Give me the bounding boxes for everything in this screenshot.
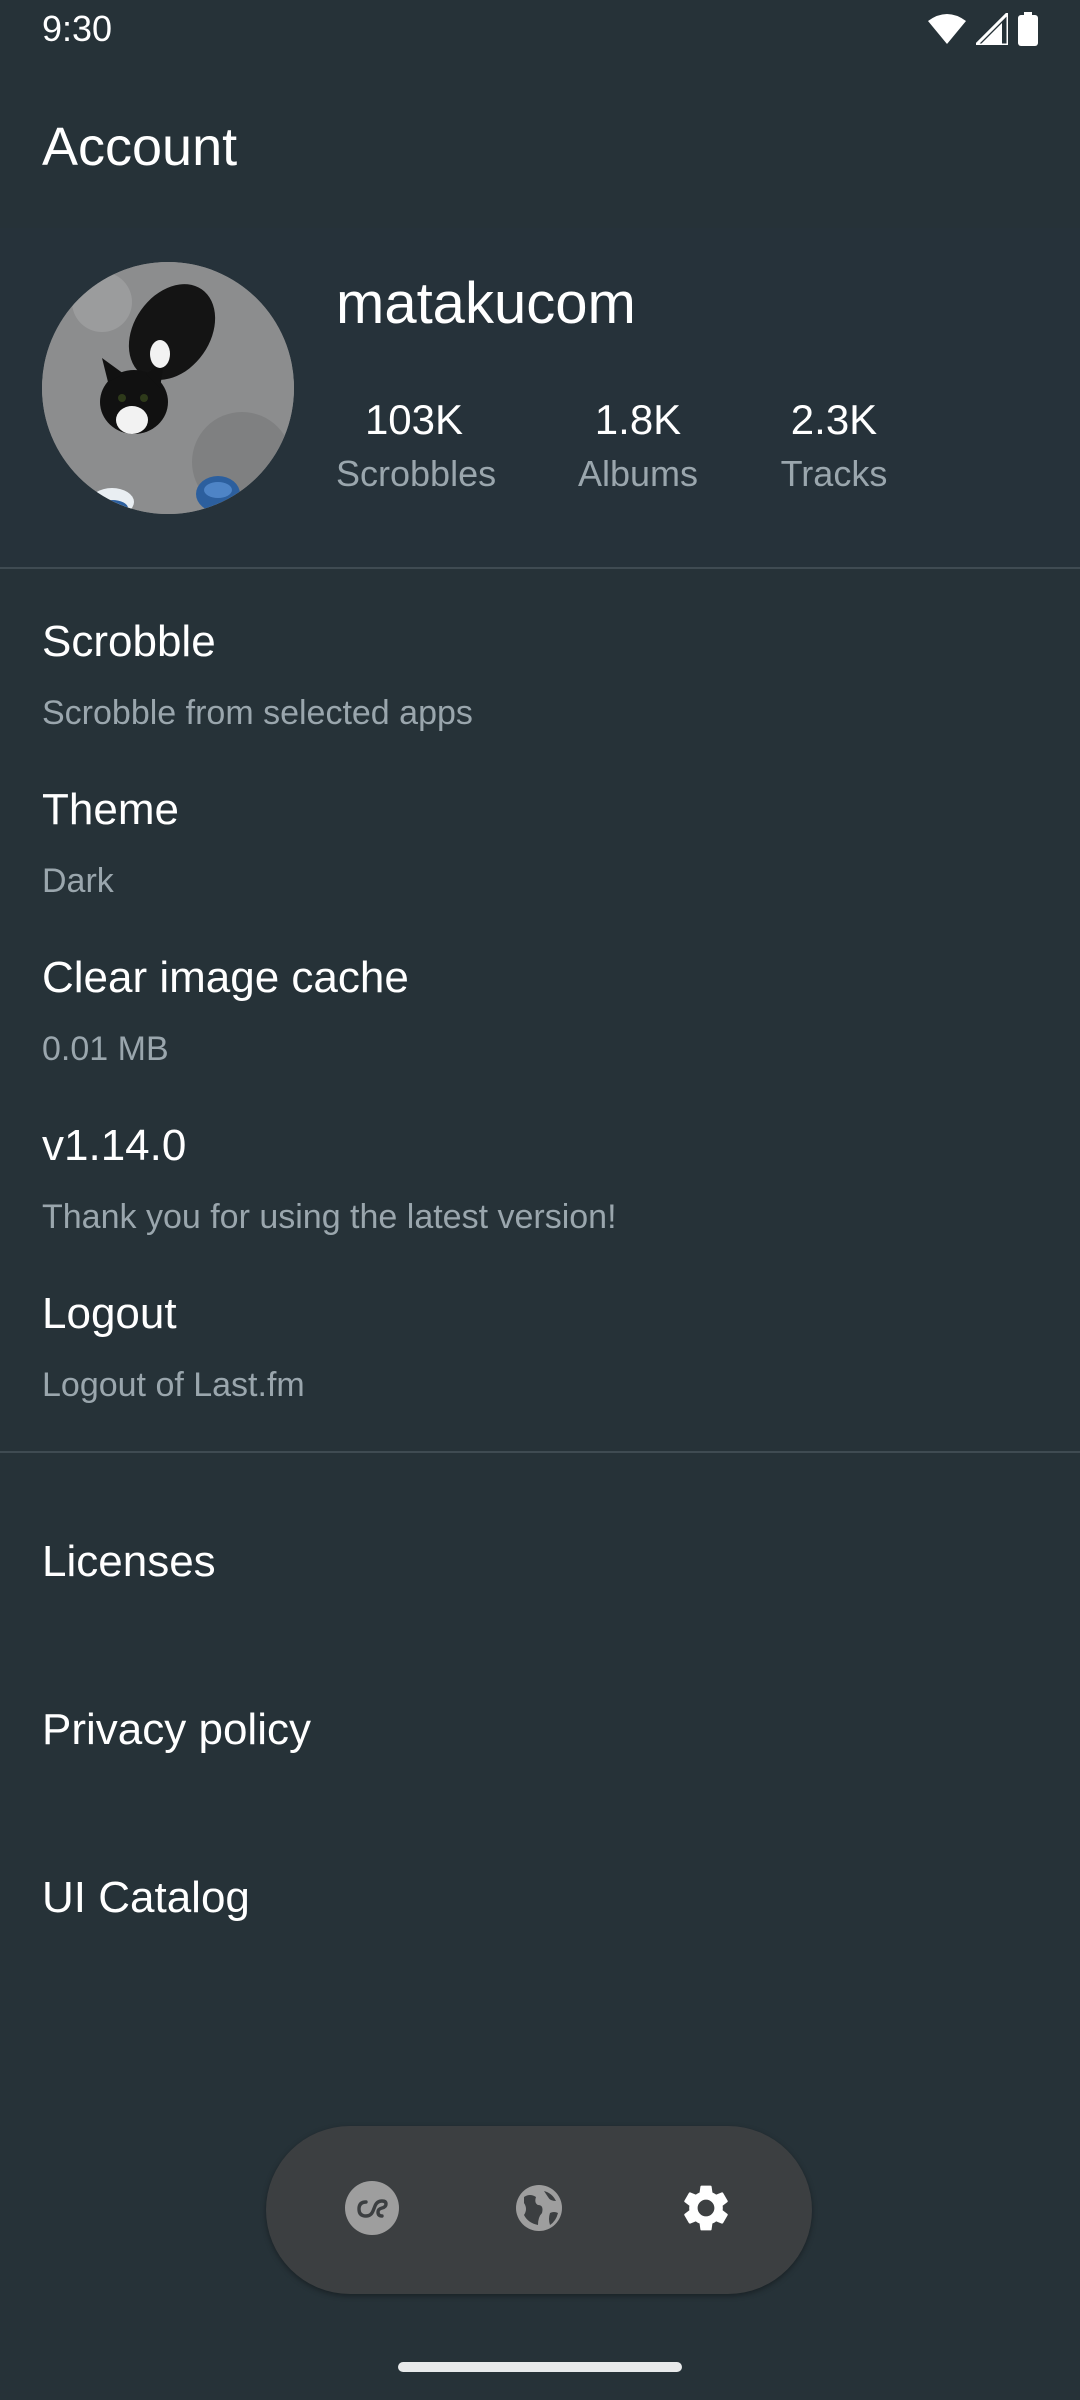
app-bar: Account bbox=[0, 60, 1080, 228]
stat-value: 103K bbox=[364, 396, 464, 443]
cat-photo-image bbox=[42, 262, 294, 514]
stat-value: 2.3K bbox=[790, 396, 878, 443]
nav-settings-button[interactable] bbox=[676, 2180, 736, 2240]
avatar[interactable] bbox=[42, 262, 294, 514]
setting-title: Scrobble bbox=[42, 617, 216, 666]
setting-subtitle: 0.01 MB bbox=[42, 1030, 169, 1068]
nav-lastfm-button[interactable] bbox=[342, 2180, 402, 2240]
lastfm-icon bbox=[344, 2180, 400, 2241]
divider bbox=[0, 1451, 1080, 1453]
battery-icon bbox=[1018, 12, 1038, 51]
setting-scrobble[interactable]: Scrobble Scrobble from selected apps bbox=[42, 614, 1038, 742]
setting-title: v1.14.0 bbox=[42, 1121, 187, 1170]
stat-label: Scrobbles bbox=[336, 453, 497, 494]
wifi-icon bbox=[928, 13, 966, 50]
page-title: Account bbox=[42, 117, 238, 177]
setting-title: Logout bbox=[42, 1289, 177, 1338]
link-ui-catalog[interactable]: UI Catalog bbox=[42, 1870, 250, 1926]
cellular-signal-icon bbox=[972, 9, 1010, 50]
stat-value: 1.8K bbox=[594, 396, 682, 443]
stat-label: Albums bbox=[577, 453, 699, 494]
bottom-nav bbox=[266, 2126, 812, 2294]
link-privacy-policy[interactable]: Privacy policy bbox=[42, 1702, 311, 1758]
stat-albums: 1.8K Albums bbox=[572, 394, 704, 502]
link-licenses[interactable]: Licenses bbox=[42, 1534, 216, 1590]
setting-theme[interactable]: Theme Dark bbox=[42, 782, 1038, 910]
setting-title: Clear image cache bbox=[42, 953, 409, 1002]
setting-subtitle: Dark bbox=[42, 862, 114, 900]
divider bbox=[0, 567, 1080, 569]
setting-title: Theme bbox=[42, 785, 179, 834]
status-time: 9:30 bbox=[42, 8, 113, 49]
nav-explore-button[interactable] bbox=[509, 2180, 569, 2240]
status-icons bbox=[928, 9, 1038, 51]
status-bar: 9:30 bbox=[0, 0, 1080, 60]
stat-scrobbles: 103K Scrobbles bbox=[336, 394, 497, 502]
username: matakucom bbox=[336, 271, 636, 336]
setting-subtitle: Logout of Last.fm bbox=[42, 1366, 305, 1404]
account-screen: 9:30 Account matakucom 103K Scrobbles 1.… bbox=[0, 0, 1080, 2400]
home-indicator[interactable] bbox=[398, 2362, 682, 2372]
globe-icon bbox=[514, 2183, 564, 2238]
setting-version[interactable]: v1.14.0 Thank you for using the latest v… bbox=[42, 1118, 1038, 1246]
gear-icon bbox=[678, 2180, 734, 2241]
setting-subtitle: Thank you for using the latest version! bbox=[42, 1198, 617, 1236]
stat-tracks: 2.3K Tracks bbox=[776, 394, 892, 502]
stat-label: Tracks bbox=[780, 453, 888, 494]
setting-clear-image-cache[interactable]: Clear image cache 0.01 MB bbox=[42, 950, 1038, 1078]
setting-logout[interactable]: Logout Logout of Last.fm bbox=[42, 1286, 1038, 1414]
setting-subtitle: Scrobble from selected apps bbox=[42, 694, 473, 732]
profile-header: matakucom 103K Scrobbles 1.8K Albums 2.3… bbox=[0, 228, 1080, 568]
